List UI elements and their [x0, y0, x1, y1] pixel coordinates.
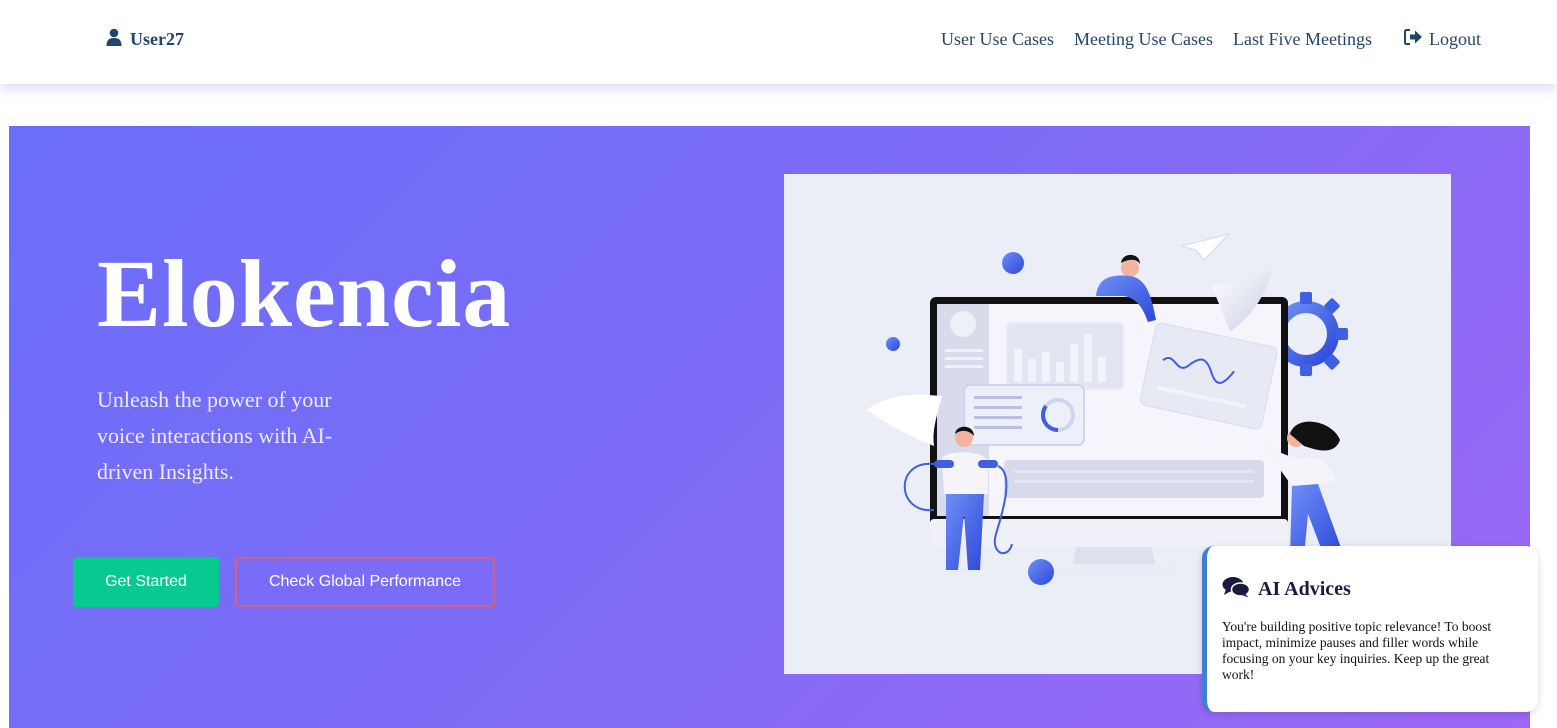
get-started-button[interactable]: Get Started [73, 557, 219, 607]
nav-links: User Use Cases Meeting Use Cases Last Fi… [921, 27, 1481, 51]
navbar: User27 User Use Cases Meeting Use Cases … [0, 0, 1557, 84]
logout-link[interactable]: Logout [1404, 28, 1481, 50]
user-profile[interactable]: User27 [106, 27, 184, 51]
ai-advices-title: AI Advices [1258, 578, 1351, 600]
nav-link-meeting-use-cases[interactable]: Meeting Use Cases [1074, 29, 1213, 50]
logout-label: Logout [1429, 28, 1481, 49]
ai-advices-card: AI Advices You're building positive topi… [1202, 546, 1538, 712]
nav-link-user-use-cases[interactable]: User Use Cases [941, 29, 1054, 50]
hero-title: Elokencia [97, 240, 512, 347]
check-global-performance-button[interactable]: Check Global Performance [235, 557, 495, 607]
comments-icon [1222, 576, 1251, 603]
user-icon [106, 28, 122, 51]
ai-advices-text: You're building positive topic relevance… [1222, 619, 1492, 682]
nav-link-last-five-meetings[interactable]: Last Five Meetings [1233, 29, 1372, 50]
ai-advices-header: AI Advices [1222, 576, 1520, 603]
sign-out-icon [1404, 28, 1423, 50]
hero-subtitle: Unleash the power of your voice interact… [97, 387, 333, 484]
user-name: User27 [130, 28, 184, 49]
